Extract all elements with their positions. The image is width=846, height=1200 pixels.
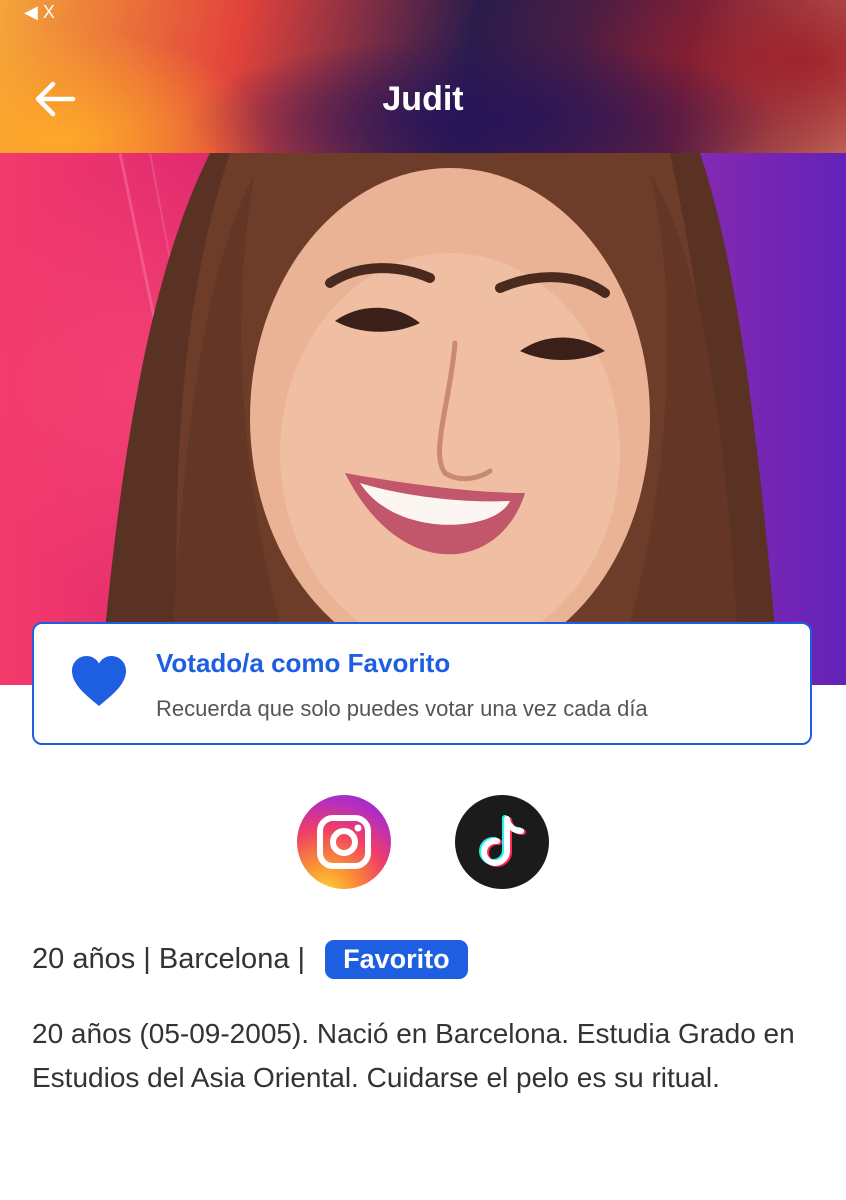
tiktok-icon	[478, 815, 526, 868]
instagram-button[interactable]	[297, 795, 391, 889]
vote-confirmation-card: Votado/a como Favorito Recuerda que solo…	[32, 622, 812, 745]
status-bar-text: ◀ X	[24, 2, 55, 22]
vote-title: Votado/a como Favorito	[156, 648, 451, 678]
contestant-info-line: 20 años | Barcelona | Favorito	[32, 937, 468, 981]
tiktok-button[interactable]	[455, 795, 549, 889]
vote-subtitle: Recuerda que solo puedes votar una vez c…	[156, 696, 648, 721]
contestant-photo	[0, 153, 846, 685]
city-text: Barcelona	[158, 942, 290, 975]
age-text: 20 años	[32, 942, 136, 975]
top-app-bar: ◀ X Judit	[0, 0, 846, 153]
instagram-icon	[317, 815, 371, 869]
page-title: Judit	[382, 80, 464, 118]
contestant-bio: 20 años (05-09-2005). Nació en Barcelona…	[32, 1018, 795, 1093]
portrait-illustration	[100, 153, 780, 685]
favorite-badge: Favorito	[325, 939, 468, 979]
separator: |	[135, 942, 159, 975]
heart-icon	[72, 656, 126, 706]
separator: |	[289, 942, 314, 975]
